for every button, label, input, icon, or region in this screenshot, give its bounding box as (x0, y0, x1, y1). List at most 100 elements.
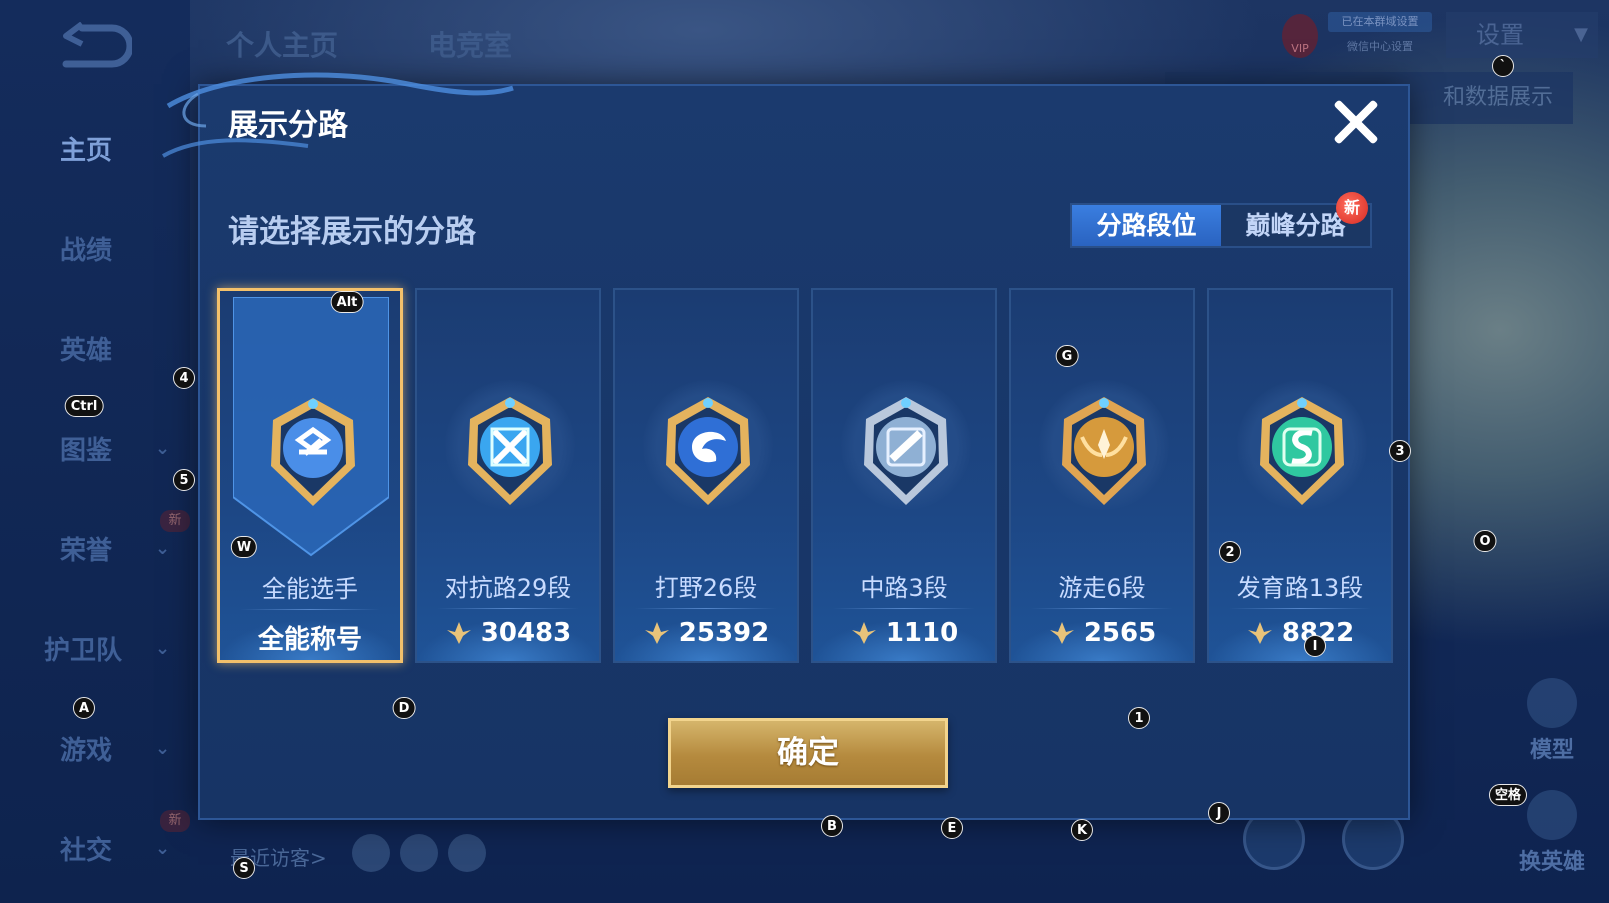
lane-card[interactable]: 发育路13段 8822 (1207, 288, 1393, 663)
lane-name: 全能选手 (262, 575, 358, 603)
model-icon (1527, 678, 1577, 728)
key-hint-badge: I (1304, 635, 1326, 657)
new-badge: 新 (160, 510, 190, 532)
chevron-down-icon: ⌄ (155, 437, 171, 459)
chevron-down-icon: ⌄ (155, 537, 171, 559)
key-hint-badge: 1 (1128, 707, 1150, 729)
modal-title: 展示分路 (228, 108, 348, 143)
jungle-icon (666, 397, 750, 505)
lane-score-row: 30483 (417, 618, 599, 648)
new-badge: 新 (160, 810, 190, 832)
sidebar-item-label: 社交 (60, 835, 113, 866)
lane-card[interactable]: 全能选手 全能称号 (217, 288, 403, 663)
lane-name: 游走6段 (1058, 574, 1146, 602)
allround-icon (271, 398, 355, 506)
score-icon (1049, 622, 1074, 644)
key-hint-badge: K (1070, 819, 1094, 841)
sidebar-item[interactable]: 游戏 ⌄ (0, 718, 190, 778)
lane-score-row: 8822 (1209, 618, 1391, 648)
lane-card[interactable]: 对抗路29段 30483 (415, 288, 601, 663)
tab-personal-home[interactable]: 个人主页 (226, 24, 338, 64)
close-icon[interactable] (1330, 96, 1382, 148)
key-hint-badge: 4 (173, 367, 195, 389)
confirm-button[interactable]: 确定 (668, 718, 948, 788)
lane-name: 对抗路29段 (444, 574, 572, 602)
sidebar-item-label: 护卫队 (44, 635, 123, 666)
key-hint-badge: G (1055, 345, 1079, 367)
key-hint-badge: E (941, 817, 963, 839)
visitor-avatar[interactable] (448, 834, 486, 872)
sidebar-item[interactable]: 战绩 (0, 218, 190, 278)
visitor-avatar[interactable] (400, 834, 438, 872)
sidebar-item-label: 战绩 (60, 235, 113, 266)
lane-score-row: 2565 (1011, 618, 1193, 648)
lane-score: 30483 (480, 618, 572, 648)
visitor-avatar[interactable] (352, 834, 390, 872)
sidebar-item-label: 游戏 (60, 735, 113, 766)
key-hint-badge: S (233, 857, 255, 879)
key-hint-badge: D (392, 697, 416, 719)
key-hint-badge: O (1473, 530, 1497, 552)
key-hint-badge: B (821, 815, 843, 837)
key-hint-badge: ` (1492, 55, 1514, 77)
new-badge: 新 (1336, 192, 1368, 224)
lane-card[interactable]: 游走6段 2565 (1009, 288, 1195, 663)
divider (635, 608, 777, 609)
settings-label: 设置 (1476, 21, 1524, 49)
mid-lane-icon (864, 397, 948, 505)
key-hint-badge: 5 (173, 469, 195, 491)
key-hint-badge: A (72, 697, 96, 719)
sidebar-item-label: 图鉴 (60, 435, 113, 466)
lane-score: 2565 (1083, 618, 1157, 648)
settings-button[interactable]: 设置 ▼ (1446, 12, 1598, 58)
clash-lane-icon (468, 397, 552, 505)
lane-card[interactable]: 打野26段 25392 (613, 288, 799, 663)
lane-card[interactable]: 中路3段 1110 (811, 288, 997, 663)
model-label: 模型 (1529, 738, 1574, 763)
lane-mode-toggle: 分路段位 巅峰分路 (1070, 203, 1372, 248)
sidebar-item[interactable]: 图鉴 ⌄ (0, 418, 190, 478)
key-hint-badge: W (230, 536, 258, 558)
back-arrow-icon[interactable] (52, 22, 132, 70)
lane-score: 1110 (885, 618, 959, 648)
vip-tag: 已在本群域设置 (1328, 12, 1432, 32)
lane-name: 发育路13段 (1236, 574, 1364, 602)
vip-tag-sub: 微信中心设置 (1347, 40, 1413, 53)
divider (833, 608, 975, 609)
sidebar-item-label: 荣誉 (60, 535, 113, 566)
score-icon (1247, 622, 1272, 644)
roam-icon (1062, 397, 1146, 505)
sidebar-item[interactable]: 护卫队 ⌄ (0, 618, 190, 678)
hero-swap-icon (1527, 790, 1577, 840)
tab-esports[interactable]: 电竞室 (428, 24, 512, 64)
chevron-down-icon: ⌄ (155, 837, 171, 859)
divider (437, 608, 579, 609)
key-hint-badge: Ctrl (64, 395, 104, 417)
chevron-down-icon: ⌄ (155, 737, 171, 759)
key-hint-badge: Alt (330, 291, 364, 313)
score-icon (446, 622, 471, 644)
chevron-down-icon: ⌄ (155, 637, 171, 659)
lane-title: 全能称号 (220, 619, 400, 656)
key-hint-badge: J (1208, 802, 1230, 824)
lane-score: 全能称号 (257, 625, 362, 655)
vip-icon[interactable]: VIP (1282, 14, 1318, 58)
score-icon (851, 622, 876, 644)
model-button[interactable]: 模型 (1510, 678, 1594, 764)
divider (240, 609, 380, 610)
key-hint-badge: 空格 (1488, 784, 1528, 806)
sidebar-item[interactable]: 英雄 (0, 318, 190, 378)
key-hint-badge: 3 (1389, 440, 1411, 462)
divider (1229, 608, 1371, 609)
score-icon (644, 622, 669, 644)
key-hint-badge: 2 (1219, 541, 1241, 563)
select-lane-prompt: 请选择展示的分路 (228, 214, 476, 250)
lane-score-row: 25392 (615, 618, 797, 648)
divider (1031, 608, 1173, 609)
lane-name: 中路3段 (860, 574, 948, 602)
change-hero-label: 换英雄 (1518, 850, 1585, 875)
chevron-down-icon: ▼ (1574, 24, 1588, 45)
sidebar-item-label: 英雄 (60, 335, 113, 366)
farm-lane-icon (1260, 397, 1344, 505)
toggle-lane-rank[interactable]: 分路段位 (1072, 205, 1221, 246)
